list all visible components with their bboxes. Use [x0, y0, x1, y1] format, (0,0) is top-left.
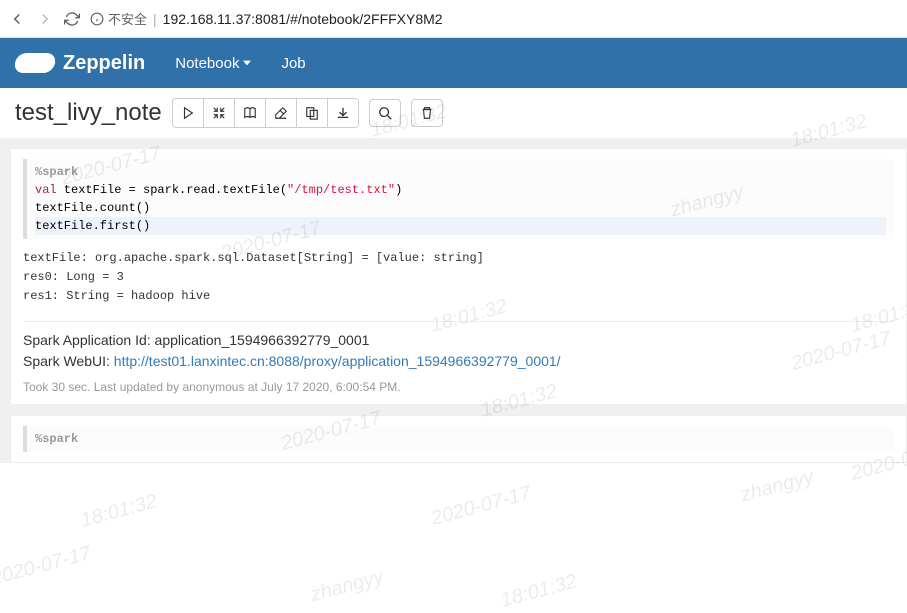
delete-note-button[interactable]: [411, 99, 443, 127]
directive: %spark: [35, 432, 78, 446]
output-block: textFile: org.apache.spark.sql.Dataset[S…: [23, 249, 894, 307]
spark-appid-label: Spark Application Id:: [23, 332, 155, 348]
caret-down-icon: [243, 59, 251, 67]
spark-appid-value: application_1594966392779_0001: [155, 332, 370, 348]
nav-job[interactable]: Job: [281, 55, 305, 72]
trash-icon: [420, 106, 434, 120]
watermark: 18:01:32: [498, 570, 579, 612]
execution-time: Took 30 sec. Last updated by anonymous a…: [23, 380, 894, 394]
info-icon: [90, 12, 104, 26]
search-code-button[interactable]: [369, 99, 401, 127]
back-icon[interactable]: [8, 10, 26, 28]
spark-webui-label: Spark WebUI:: [23, 353, 114, 369]
spark-app-id-line: Spark Application Id: application_159496…: [23, 330, 894, 351]
copy-icon: [305, 106, 319, 120]
download-icon: [336, 106, 350, 120]
forward-icon[interactable]: [36, 10, 54, 28]
watermark: 2020-07-17: [0, 542, 94, 591]
paragraph: %spark: [10, 415, 907, 463]
notebook-body: %spark val textFile = spark.read.textFil…: [0, 138, 907, 463]
watermark: zhangyy: [308, 566, 386, 607]
nav-notebook-label: Notebook: [175, 55, 239, 72]
divider: [23, 321, 894, 322]
output-line: res0: Long = 3: [23, 268, 894, 287]
code-editor[interactable]: %spark: [23, 426, 894, 452]
address-bar[interactable]: 不安全 | 192.168.11.37:8081/#/notebook/2FFF…: [90, 9, 899, 28]
brand[interactable]: Zeppelin: [15, 52, 145, 75]
code-line: val textFile = spark.read.textFile("/tmp…: [35, 181, 886, 199]
spark-webui-link[interactable]: http://test01.lanxintec.cn:8088/proxy/ap…: [114, 353, 561, 369]
output-line: res1: String = hadoop hive: [23, 287, 894, 306]
insecure-label: 不安全: [108, 9, 147, 28]
code-line: textFile.count(): [35, 199, 886, 217]
output-line: textFile: org.apache.spark.sql.Dataset[S…: [23, 249, 894, 268]
app-navbar: Zeppelin Notebook Job: [0, 38, 907, 88]
note-header: test_livy_note: [0, 88, 907, 138]
url-text: 192.168.11.37:8081/#/notebook/2FFFXY8M2: [163, 11, 443, 27]
watermark: 18:01:32: [78, 490, 159, 532]
book-icon: [243, 106, 257, 120]
code-line: %spark: [35, 163, 886, 181]
reload-icon[interactable]: [64, 11, 80, 27]
eraser-icon: [274, 106, 288, 120]
spark-info: Spark Application Id: application_159496…: [23, 330, 894, 372]
clear-output-button[interactable]: [266, 99, 297, 127]
spark-webui-line: Spark WebUI: http://test01.lanxintec.cn:…: [23, 351, 894, 372]
watermark: zhangyy: [738, 466, 816, 507]
watermark: 2020-07-17: [429, 482, 534, 531]
address-separator: |: [153, 11, 157, 27]
code-editor[interactable]: %spark val textFile = spark.read.textFil…: [23, 159, 894, 239]
play-icon: [181, 106, 195, 120]
directive: %spark: [35, 165, 78, 179]
paragraph: %spark val textFile = spark.read.textFil…: [10, 148, 907, 405]
search-icon: [378, 106, 392, 120]
clone-note-button[interactable]: [297, 99, 328, 127]
compress-icon: [212, 106, 226, 120]
code-line: %spark: [35, 430, 886, 448]
brand-label: Zeppelin: [63, 52, 145, 75]
insecure-badge: 不安全: [90, 9, 147, 28]
zeppelin-logo-icon: [13, 53, 57, 73]
code-line: textFile.first(): [35, 217, 886, 235]
nav-notebook[interactable]: Notebook: [175, 55, 251, 72]
show-hide-code-button[interactable]: [204, 99, 235, 127]
run-all-button[interactable]: [173, 99, 204, 127]
nav-job-label: Job: [281, 55, 305, 72]
browser-toolbar: 不安全 | 192.168.11.37:8081/#/notebook/2FFF…: [0, 0, 907, 38]
export-note-button[interactable]: [328, 99, 358, 127]
show-hide-output-button[interactable]: [235, 99, 266, 127]
note-action-group: [172, 98, 359, 128]
note-title[interactable]: test_livy_note: [15, 99, 162, 127]
